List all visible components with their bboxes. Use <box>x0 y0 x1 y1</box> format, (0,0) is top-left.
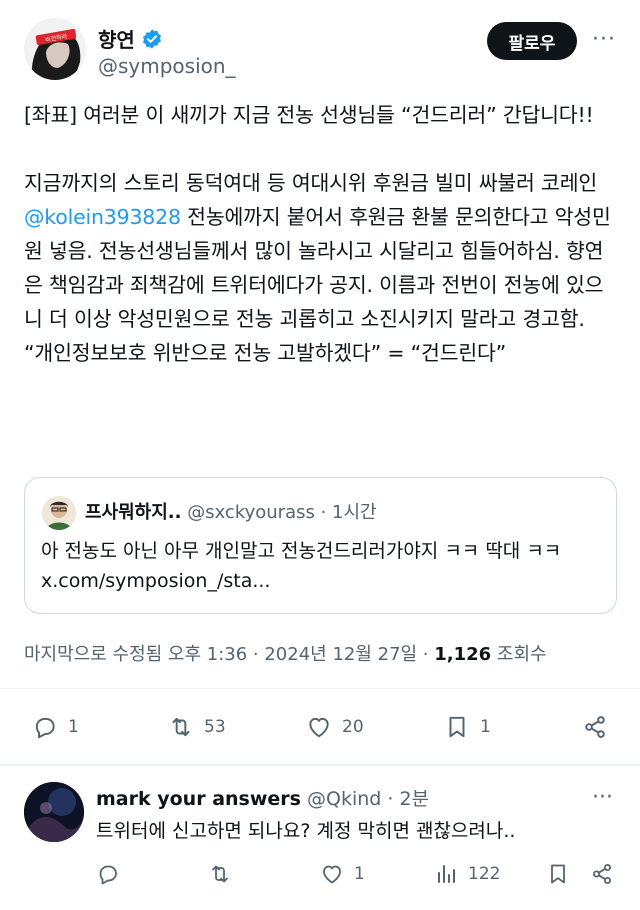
tweet-text: [좌표] 여러분 이 새끼가 지금 전농 선생님들 “건드리러” 간답니다!! … <box>24 98 620 370</box>
retweet-icon <box>212 865 228 883</box>
reply-like-count: 1 <box>354 864 365 884</box>
reply-actions: 1 122 <box>0 856 640 892</box>
reply-text: 트위터에 신고하면 되나요? 계정 막히면 괜찮으려나.. <box>96 820 516 842</box>
reply-like-button[interactable]: 1 <box>320 856 365 892</box>
more-icon[interactable]: ··· <box>592 29 616 51</box>
bookmark-count: 1 <box>480 717 491 737</box>
quote-text: 아 전농도 아닌 아무 개인말고 전농건드리러가야지 ㅋㅋ 딱대 ㅋㅋ x.co… <box>41 540 562 592</box>
reply-tweet[interactable]: mark your answers @Qkind · 2분 ··· 트위터에 신… <box>0 770 640 910</box>
reply-author-name[interactable]: mark your answers <box>96 788 301 810</box>
retweet-count: 53 <box>204 717 226 737</box>
share-button[interactable] <box>582 707 608 747</box>
divider <box>0 764 640 766</box>
reply-count: 1 <box>68 717 79 737</box>
quote-author-name[interactable]: 프사뭐하지.. <box>85 502 181 523</box>
mention-link[interactable]: @kolein393828 <box>24 205 181 229</box>
tweet-paragraph-1: [좌표] 여러분 이 새끼가 지금 전농 선생님들 “건드리러” 간답니다!! <box>24 103 594 127</box>
bookmark-button[interactable]: 1 <box>444 707 491 747</box>
edited-timestamp[interactable]: 마지막으로 수정됨 오후 1:36 · 2024년 12월 27일 · <box>24 644 434 665</box>
like-button[interactable]: 20 <box>306 707 364 747</box>
quote-time: · 1시간 <box>314 502 377 523</box>
reply-views-button[interactable]: 122 <box>434 856 500 892</box>
follow-button[interactable]: 팔로우 <box>487 22 577 60</box>
verified-badge-icon <box>142 28 161 49</box>
divider <box>0 688 640 689</box>
reply-reply-button[interactable] <box>96 856 130 892</box>
reply-bookmark-button[interactable] <box>546 856 570 892</box>
like-icon <box>309 717 329 738</box>
views-label: 조회수 <box>491 644 547 665</box>
reply-icon <box>35 717 55 739</box>
tweet-header: 비전하라 향연 @symposion_ 팔로우 ··· <box>0 0 640 90</box>
author-name[interactable]: 향연 <box>98 24 135 53</box>
retweet-icon <box>172 717 190 737</box>
reply-time: · 2분 <box>381 788 430 810</box>
share-icon <box>585 716 605 738</box>
reply-share-button[interactable] <box>590 856 614 892</box>
quote-author-handle[interactable]: @sxckyourass <box>187 502 315 523</box>
tweet-paragraph-2-end: 전농에까지 붙어서 후원금 환불 문의한다고 악성민원 넣음. 전농선생님들께서… <box>24 205 611 365</box>
quote-header: 프사뭐하지.. @sxckyourass · 1시간 <box>85 498 377 524</box>
author-avatar[interactable]: 비전하라 <box>24 18 86 80</box>
tweet-paragraph-2: 지금까지의 스토리 동덕여대 등 여대시위 후원금 빌미 싸불러 코레인 @ko… <box>24 166 620 370</box>
more-icon[interactable]: ··· <box>592 787 613 809</box>
reply-icon <box>99 865 117 885</box>
author-handle[interactable]: @symposion_ <box>98 54 236 78</box>
share-icon <box>593 864 611 884</box>
reply-avatar[interactable] <box>24 782 84 842</box>
quoted-tweet[interactable]: 프사뭐하지.. @sxckyourass · 1시간 아 전농도 아닌 아무 개… <box>24 477 617 614</box>
tweet-paragraph-2-start: 지금까지의 스토리 동덕여대 등 여대시위 후원금 빌미 싸불러 코레인 <box>24 171 598 195</box>
reply-retweet-button[interactable] <box>208 856 242 892</box>
like-icon <box>323 865 341 884</box>
retweet-button[interactable]: 53 <box>168 707 226 747</box>
reply-header: mark your answers @Qkind · 2분 <box>96 784 429 811</box>
reply-views-count: 122 <box>468 864 501 884</box>
tweet-actions: 1 53 20 1 <box>0 707 640 747</box>
reply-author-handle[interactable]: @Qkind <box>307 788 381 810</box>
views-icon <box>438 865 455 883</box>
like-count: 20 <box>342 717 364 737</box>
bookmark-icon <box>449 716 465 738</box>
views-count: 1,126 <box>434 644 492 665</box>
bookmark-icon <box>551 864 565 884</box>
reply-button[interactable]: 1 <box>32 707 79 747</box>
quote-avatar[interactable] <box>42 496 76 530</box>
tweet-meta: 마지막으로 수정됨 오후 1:36 · 2024년 12월 27일 · 1,12… <box>24 640 547 666</box>
